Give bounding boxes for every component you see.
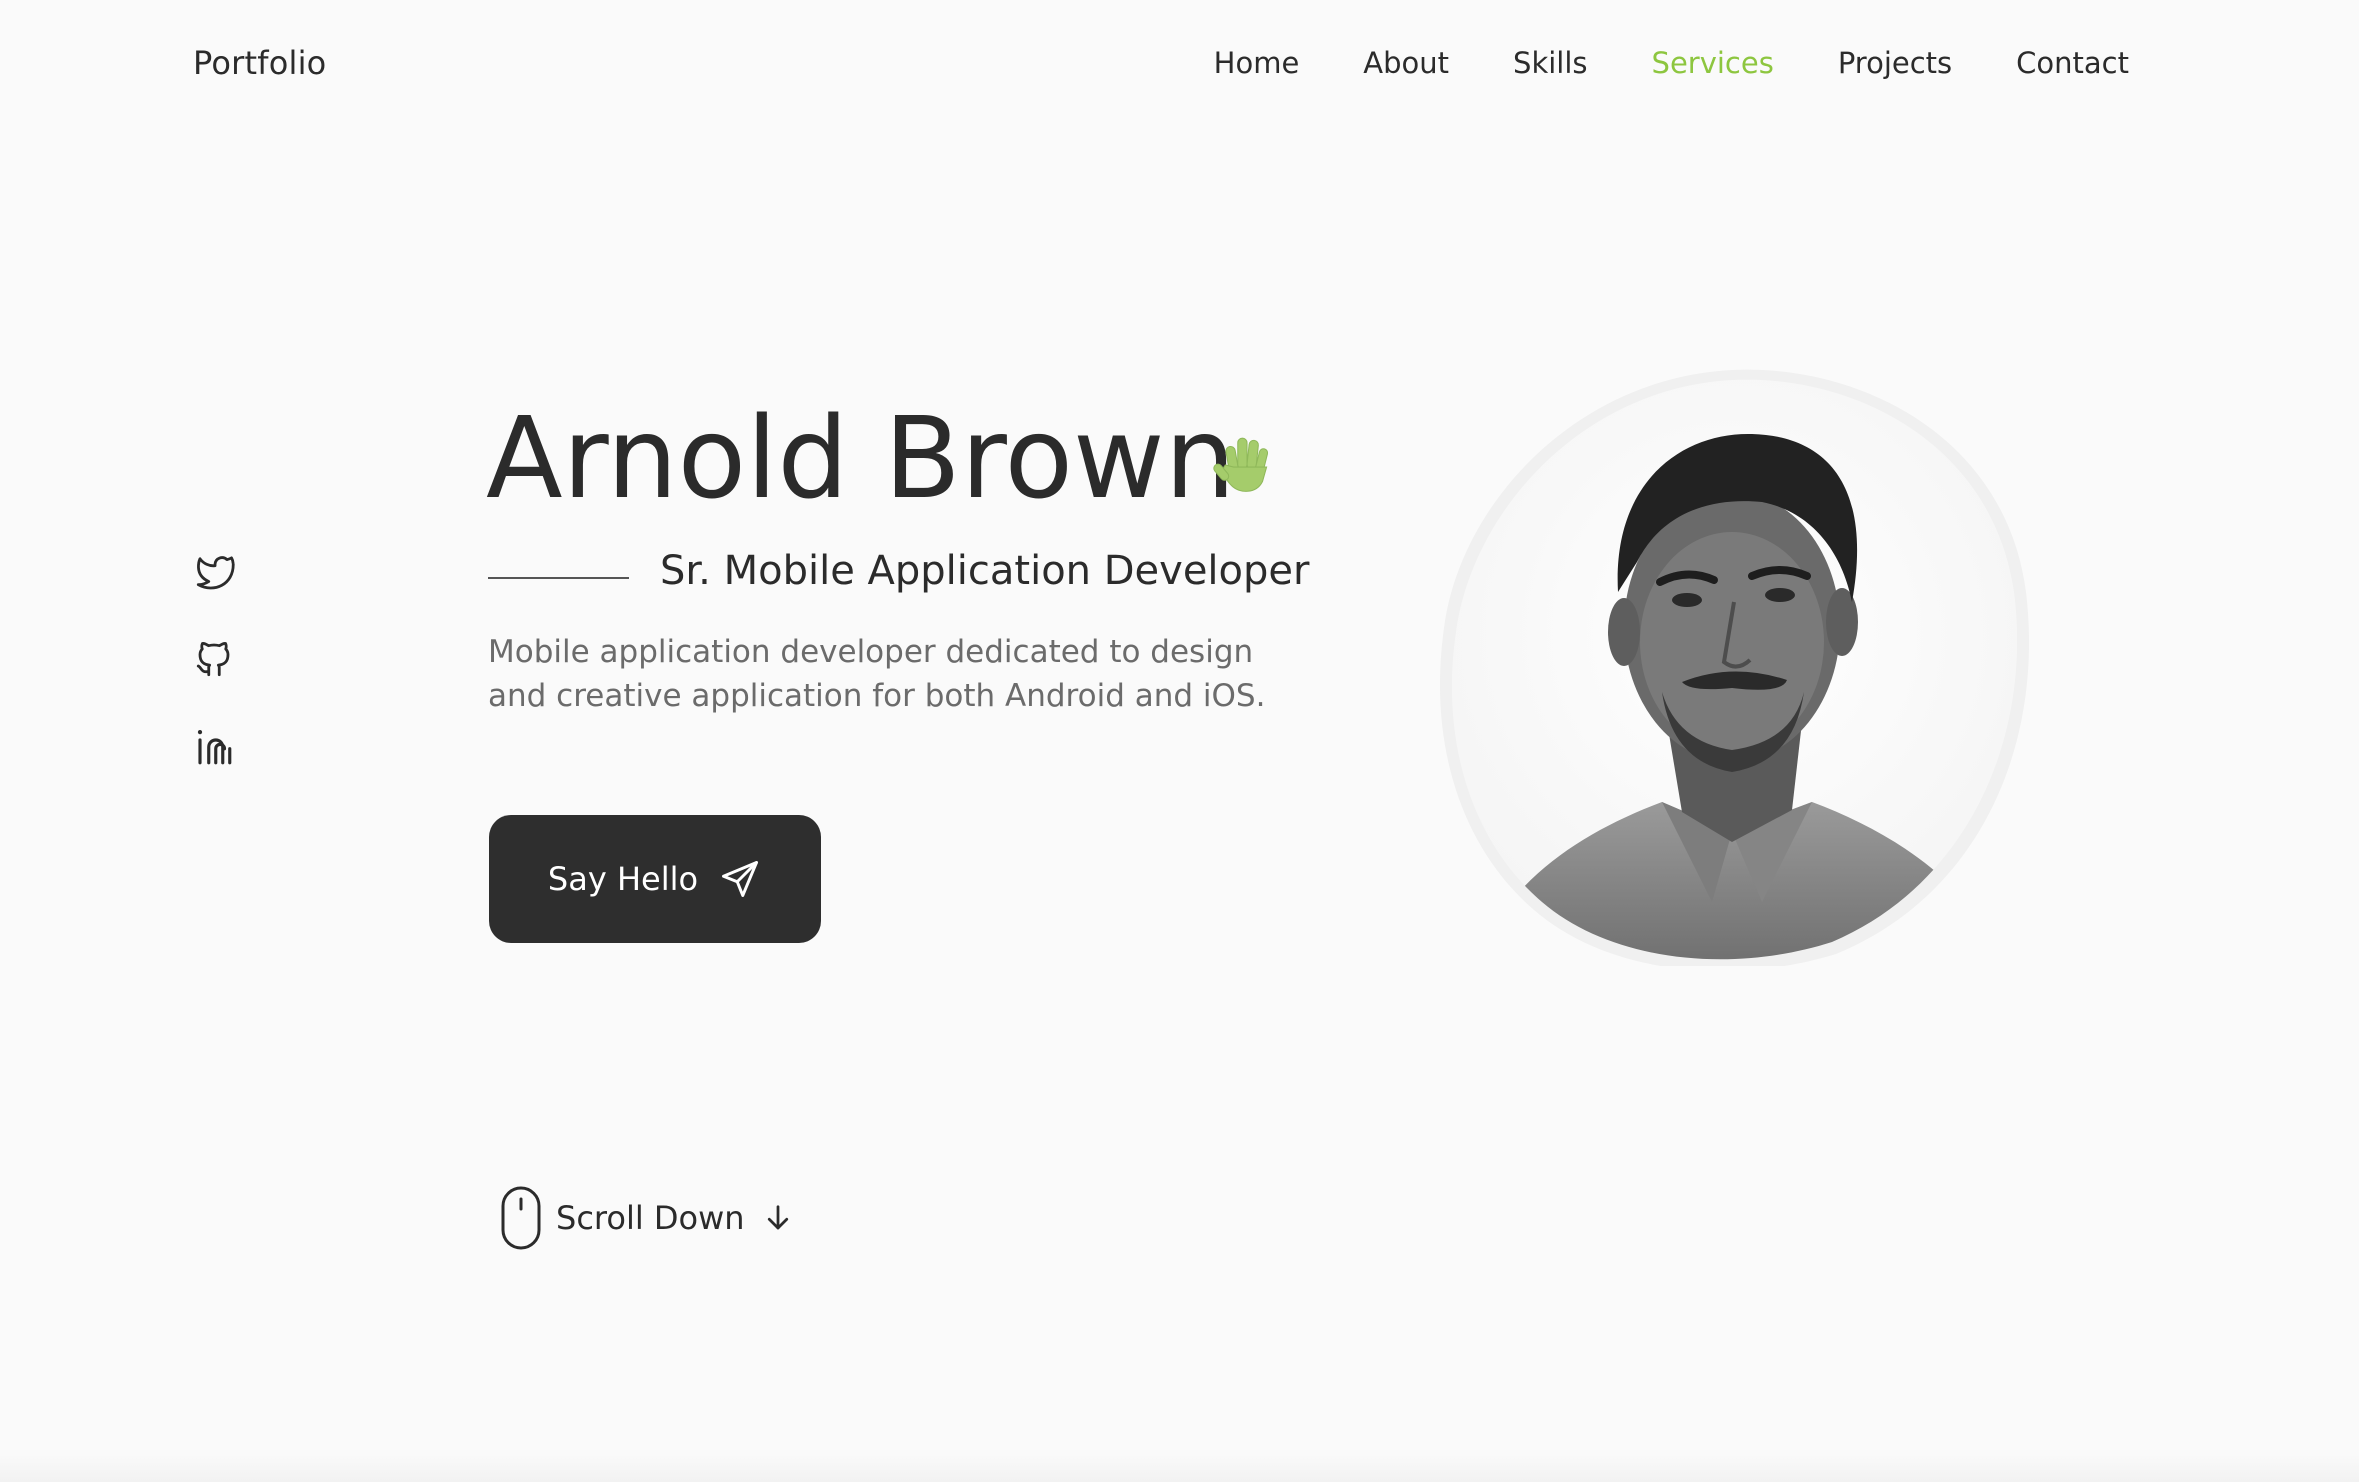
- main-nav: Home About Skills Services Projects Cont…: [1214, 46, 2129, 80]
- say-hello-label: Say Hello: [547, 860, 699, 898]
- social-links: [193, 550, 235, 768]
- nav-skills[interactable]: Skills: [1513, 46, 1587, 80]
- portfolio-page: Portfolio Home About Skills Services Pro…: [0, 0, 2359, 1482]
- linkedin-icon[interactable]: [193, 726, 235, 768]
- hero-subtitle: Sr. Mobile Application Developer: [660, 548, 1310, 594]
- section-divider: [0, 1454, 2359, 1482]
- scroll-down[interactable]: Scroll Down: [500, 1185, 793, 1251]
- send-icon: [722, 861, 759, 897]
- hero-name: Arnold Brown: [486, 394, 1236, 524]
- brand-logo[interactable]: Portfolio: [193, 44, 326, 82]
- nav-projects[interactable]: Projects: [1838, 46, 1952, 80]
- scroll-down-label: Scroll Down: [556, 1199, 745, 1237]
- twitter-icon[interactable]: [193, 550, 235, 592]
- github-icon[interactable]: [193, 638, 235, 680]
- arrow-down-icon: [767, 1205, 788, 1230]
- subtitle-divider: [488, 577, 629, 579]
- nav-contact[interactable]: Contact: [2016, 46, 2129, 80]
- waving-hand-icon: [1213, 437, 1269, 492]
- nav-about[interactable]: About: [1363, 46, 1449, 80]
- profile-portrait: [1432, 362, 2036, 972]
- mouse-icon: [501, 1186, 541, 1250]
- nav-services[interactable]: Services: [1652, 46, 1774, 80]
- nav-home[interactable]: Home: [1214, 46, 1300, 80]
- hero-description: Mobile application developer dedicated t…: [488, 634, 1266, 714]
- say-hello-button[interactable]: Say Hello: [489, 815, 821, 943]
